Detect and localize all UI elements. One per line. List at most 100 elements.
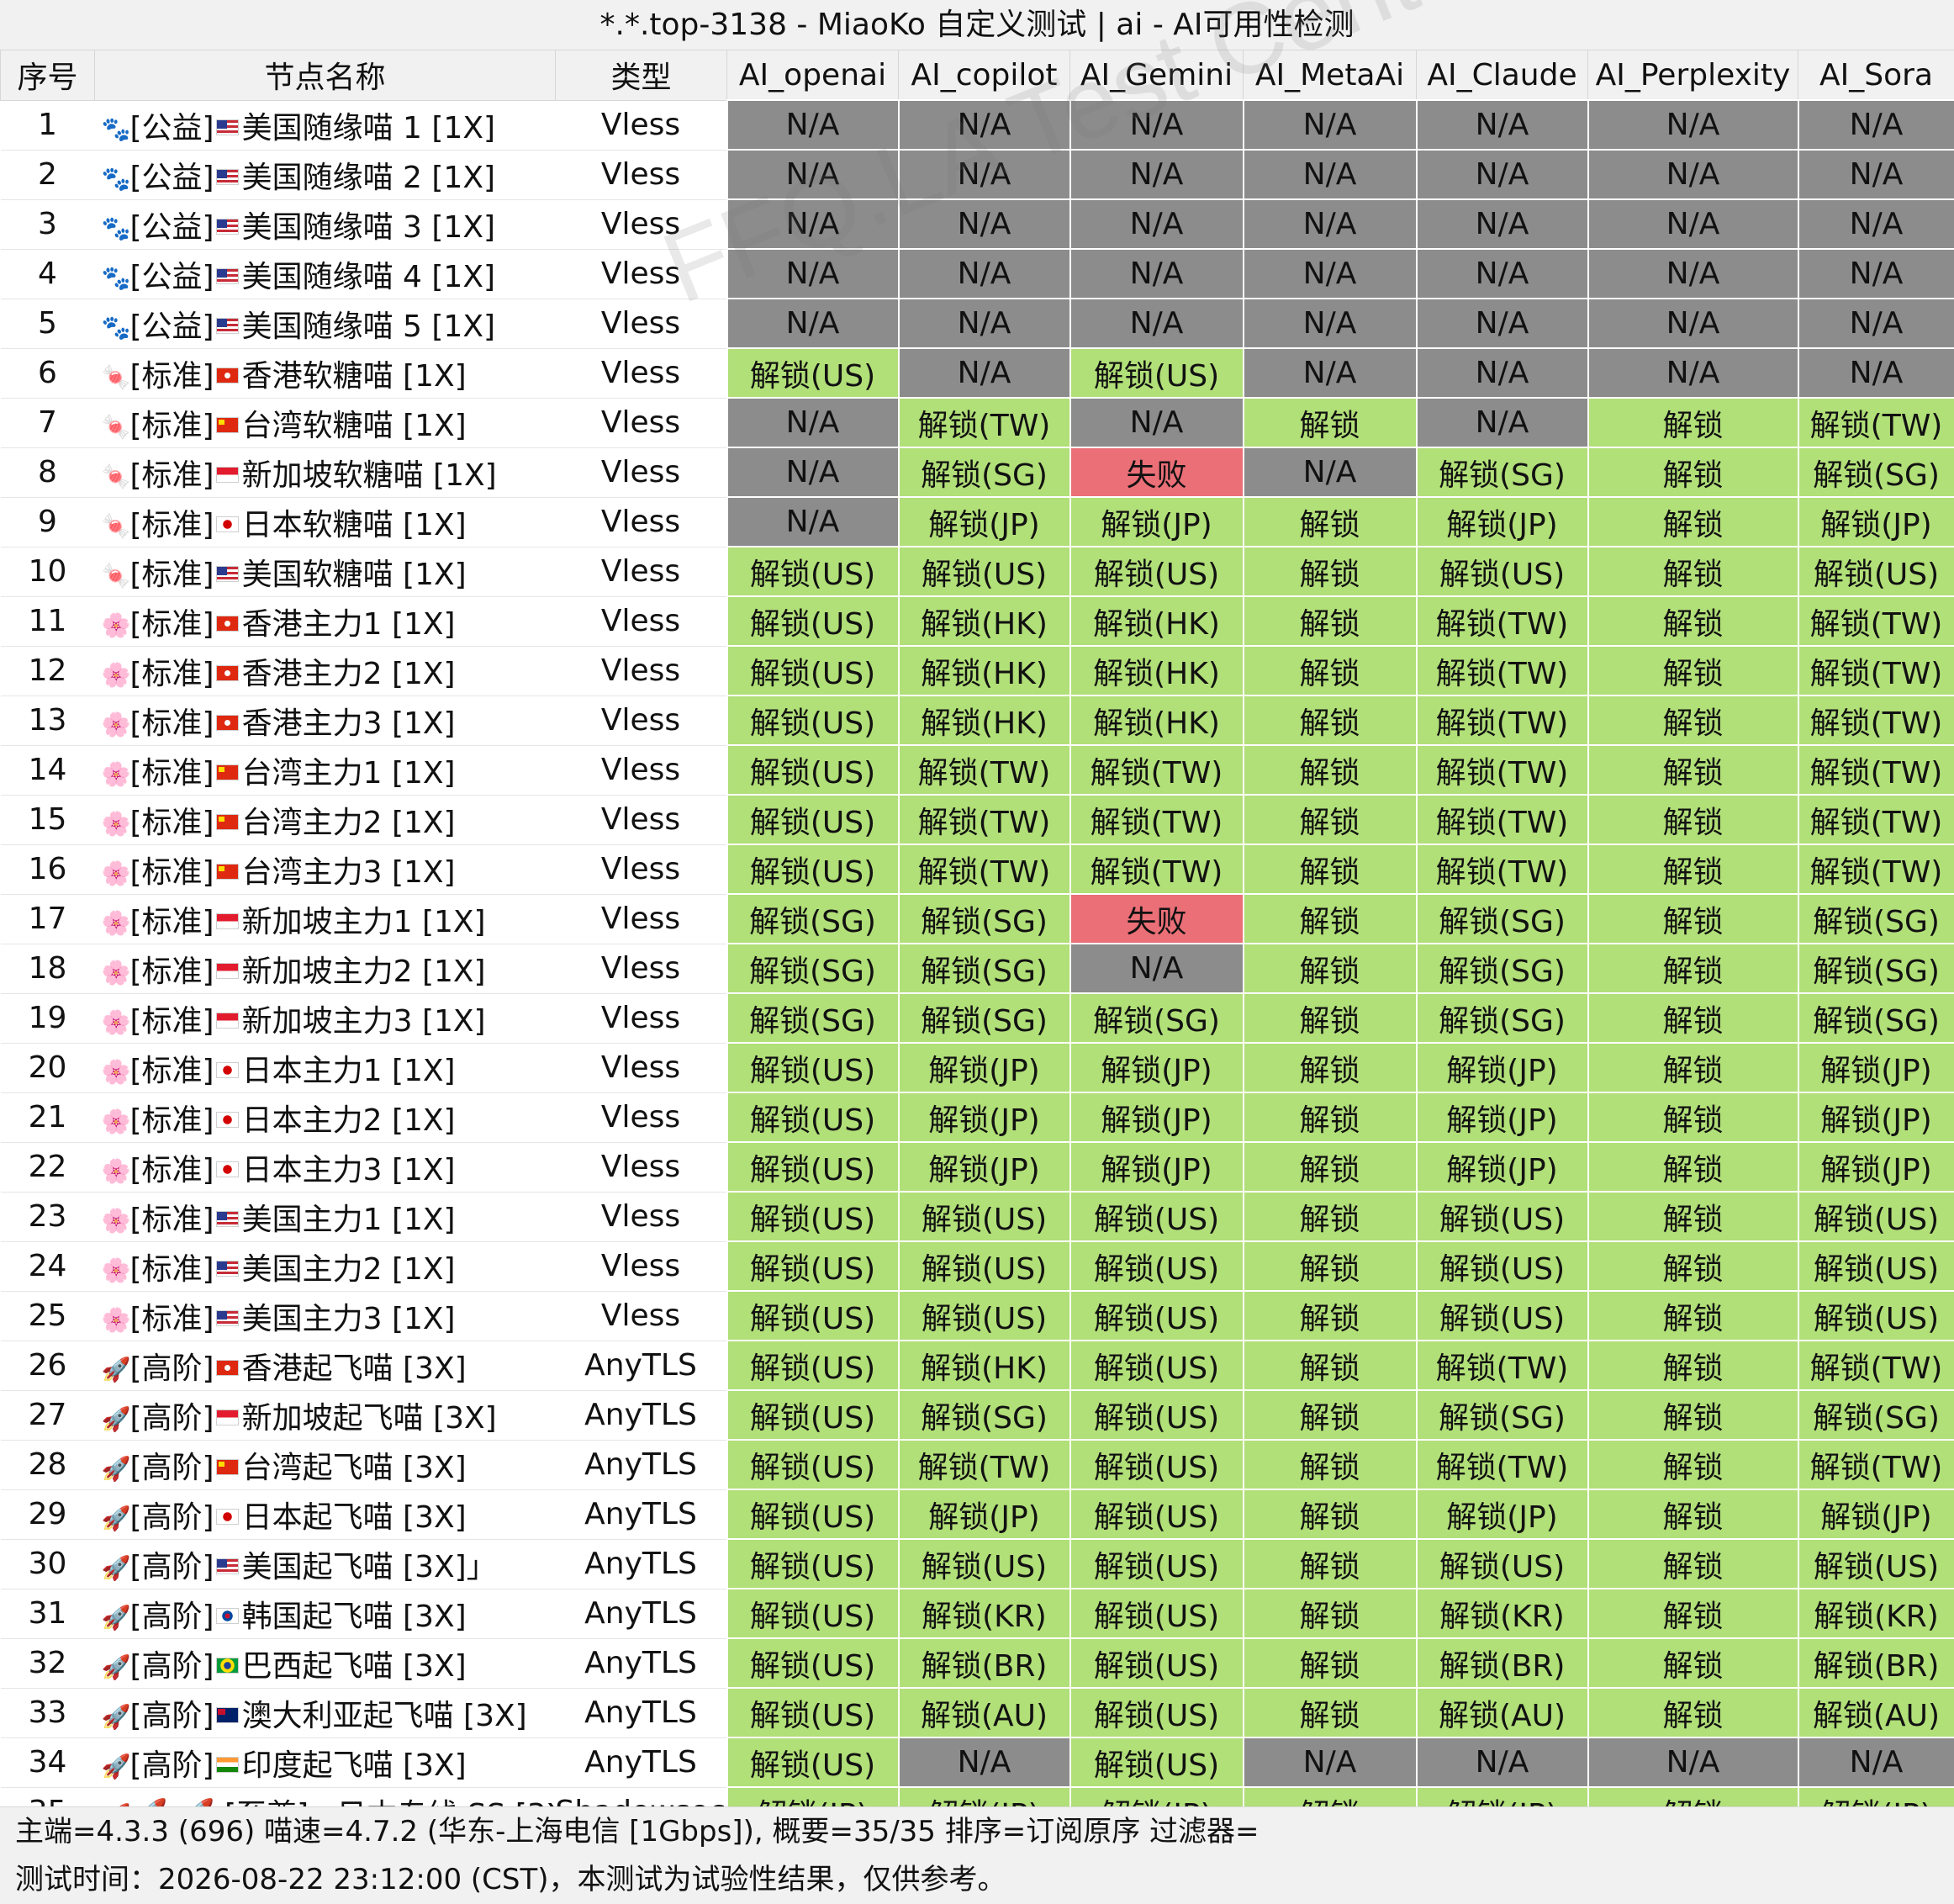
node-name-label: 台湾主力1 [1X] — [241, 755, 456, 791]
flag-hk-icon — [215, 368, 239, 383]
status-cell: 解锁(BR) — [1797, 1637, 1954, 1689]
status-cell: N/A — [897, 298, 1071, 349]
row-index: 24 — [0, 1241, 95, 1292]
status-cell: 解锁(US) — [897, 546, 1071, 597]
row-index: 1 — [0, 100, 95, 151]
col-header-ai-metaai: AI_MetaAi — [1243, 50, 1417, 101]
node-name-cell: 🐾[公益] 美国随缘喵 2 [1X] — [94, 150, 556, 200]
row-index: 4 — [0, 249, 95, 299]
node-name-cell: 🚀[高阶] 新加坡起飞喵 [3X] — [94, 1390, 556, 1441]
node-type: Vless — [555, 646, 727, 696]
node-tier-label: [高阶] — [129, 1648, 214, 1684]
node-tier-label: [高阶] — [129, 1599, 214, 1634]
node-type: Vless — [555, 844, 727, 895]
status-cell: 解锁(US) — [897, 1240, 1071, 1292]
status-cell: 解锁 — [1587, 397, 1799, 448]
status-cell: 解锁(TW) — [1415, 695, 1589, 746]
row-index: 29 — [0, 1489, 95, 1540]
status-cell: 解锁(TW) — [1797, 844, 1954, 895]
status-cell: 解锁 — [1587, 546, 1799, 597]
table-row: 4 🐾[公益] 美国随缘喵 4 [1X] Vless N/A N/A N/A N/A N/A N/… — [0, 248, 1954, 299]
node-tier-label: [高阶] — [129, 1549, 214, 1584]
node-type: Vless — [555, 1043, 727, 1093]
status-cell: 解锁(SG) — [726, 992, 900, 1044]
status-cell: 解锁(JP) — [897, 1042, 1071, 1093]
node-name-label: 香港主力3 [1X] — [241, 706, 456, 741]
status-cell: 解锁 — [1242, 1092, 1418, 1143]
flag-us-icon — [215, 1261, 239, 1277]
node-tier-label: [公益] — [129, 160, 214, 195]
status-cell: 解锁 — [1242, 1588, 1418, 1639]
status-cell: 解锁(TW) — [1415, 794, 1589, 845]
node-tier-label: [高阶] — [129, 1748, 214, 1783]
status-cell: 解锁(SG) — [726, 893, 900, 944]
status-cell: 解锁(US) — [726, 1538, 900, 1589]
status-cell: 解锁(JP) — [1069, 1092, 1244, 1143]
status-cell: 解锁(TW) — [1797, 744, 1954, 796]
status-cell: N/A — [1587, 1737, 1799, 1788]
status-cell: 解锁(JP) — [1797, 496, 1954, 547]
status-cell: 解锁(TW) — [1797, 397, 1954, 448]
status-cell: 解锁(SG) — [897, 447, 1071, 498]
status-cell: 解锁(AU) — [1797, 1687, 1954, 1738]
node-name-label: 美国随缘喵 4 [1X] — [241, 259, 496, 294]
status-cell: 解锁 — [1587, 1191, 1799, 1242]
node-tier-label: [公益] — [129, 209, 214, 245]
status-cell: 解锁(TW) — [1415, 1439, 1589, 1490]
status-cell: N/A — [1797, 248, 1954, 299]
status-cell: 解锁(KR) — [1797, 1588, 1954, 1639]
blossom-icon: 🌸 — [101, 661, 131, 689]
status-cell: 解锁 — [1587, 794, 1799, 845]
node-name-label: 香港软糖喵 [1X] — [241, 358, 467, 394]
flag-sg-icon — [215, 913, 239, 929]
status-cell: N/A — [1415, 347, 1589, 399]
status-cell: 解锁(US) — [726, 1389, 900, 1441]
flag-tw-icon — [215, 417, 239, 433]
table-row: 15 🌸[标准] 台湾主力2 [1X] Vless 解锁(US) 解锁(TW) 解锁(TW)… — [0, 794, 1954, 845]
node-name-cell: 🐾[公益] 美国随缘喵 1 [1X] — [94, 100, 556, 151]
node-type: Vless — [555, 795, 727, 845]
table-row: 22 🌸[标准] 日本主力3 [1X] Vless 解锁(US) 解锁(JP) 解锁(JP)… — [0, 1141, 1954, 1193]
node-name-label: 韩国起飞喵 [3X] — [241, 1599, 467, 1634]
node-name-cell: 🌸[标准] 香港主力3 [1X] — [94, 695, 556, 746]
status-cell: 解锁(US) — [1415, 1290, 1589, 1341]
status-cell: 失败 — [1069, 447, 1244, 498]
status-cell: 解锁(JP) — [1415, 1141, 1589, 1193]
row-index: 14 — [0, 745, 95, 796]
status-cell: N/A — [1415, 149, 1589, 200]
status-cell: N/A — [897, 99, 1071, 151]
node-tier-label: [高阶] — [129, 1351, 214, 1386]
paw-icon: 🐾 — [101, 264, 131, 292]
status-cell: 解锁 — [1587, 1687, 1799, 1738]
row-index: 20 — [0, 1043, 95, 1093]
status-cell: 解锁 — [1587, 744, 1799, 796]
node-tier-label: [标准] — [129, 1301, 214, 1336]
status-cell: 解锁 — [1242, 1489, 1418, 1540]
status-cell: 解锁(US) — [726, 1290, 900, 1341]
status-cell: 解锁(SG) — [1415, 1389, 1589, 1441]
status-cell: 解锁(JP) — [1797, 1092, 1954, 1143]
node-tier-label: [标准] — [129, 457, 214, 493]
node-tier-label: [高阶] — [129, 1499, 214, 1535]
status-cell: N/A — [726, 198, 900, 250]
node-type: AnyTLS — [555, 1688, 727, 1738]
status-cell: 解锁(SG) — [1415, 447, 1589, 498]
status-cell: N/A — [1797, 298, 1954, 349]
blossom-icon: 🌸 — [101, 909, 131, 937]
status-cell: N/A — [1069, 198, 1244, 250]
node-tier-label: [标准] — [129, 1251, 214, 1287]
flag-hk-icon — [215, 665, 239, 681]
node-type: Vless — [555, 596, 727, 647]
status-cell: 解锁 — [1242, 645, 1418, 696]
table-row: 23 🌸[标准] 美国主力1 [1X] Vless 解锁(US) 解锁(US) 解锁(US)… — [0, 1191, 1954, 1242]
status-cell: 解锁(AU) — [897, 1687, 1071, 1738]
col-header-type: 类型 — [555, 50, 727, 101]
flag-us-icon — [215, 119, 239, 135]
status-cell: 解锁 — [1587, 1141, 1799, 1193]
node-name-label: 台湾起飞喵 [3X] — [241, 1450, 467, 1485]
blossom-icon: 🌸 — [101, 1256, 131, 1284]
table-row: 10 🍬[标准] 美国软糖喵 [1X] Vless 解锁(US) 解锁(US) 解锁(US)… — [0, 546, 1954, 597]
status-cell: 解锁(SG) — [897, 1389, 1071, 1441]
status-cell: N/A — [726, 298, 900, 349]
status-cell: 解锁(TW) — [1415, 844, 1589, 895]
